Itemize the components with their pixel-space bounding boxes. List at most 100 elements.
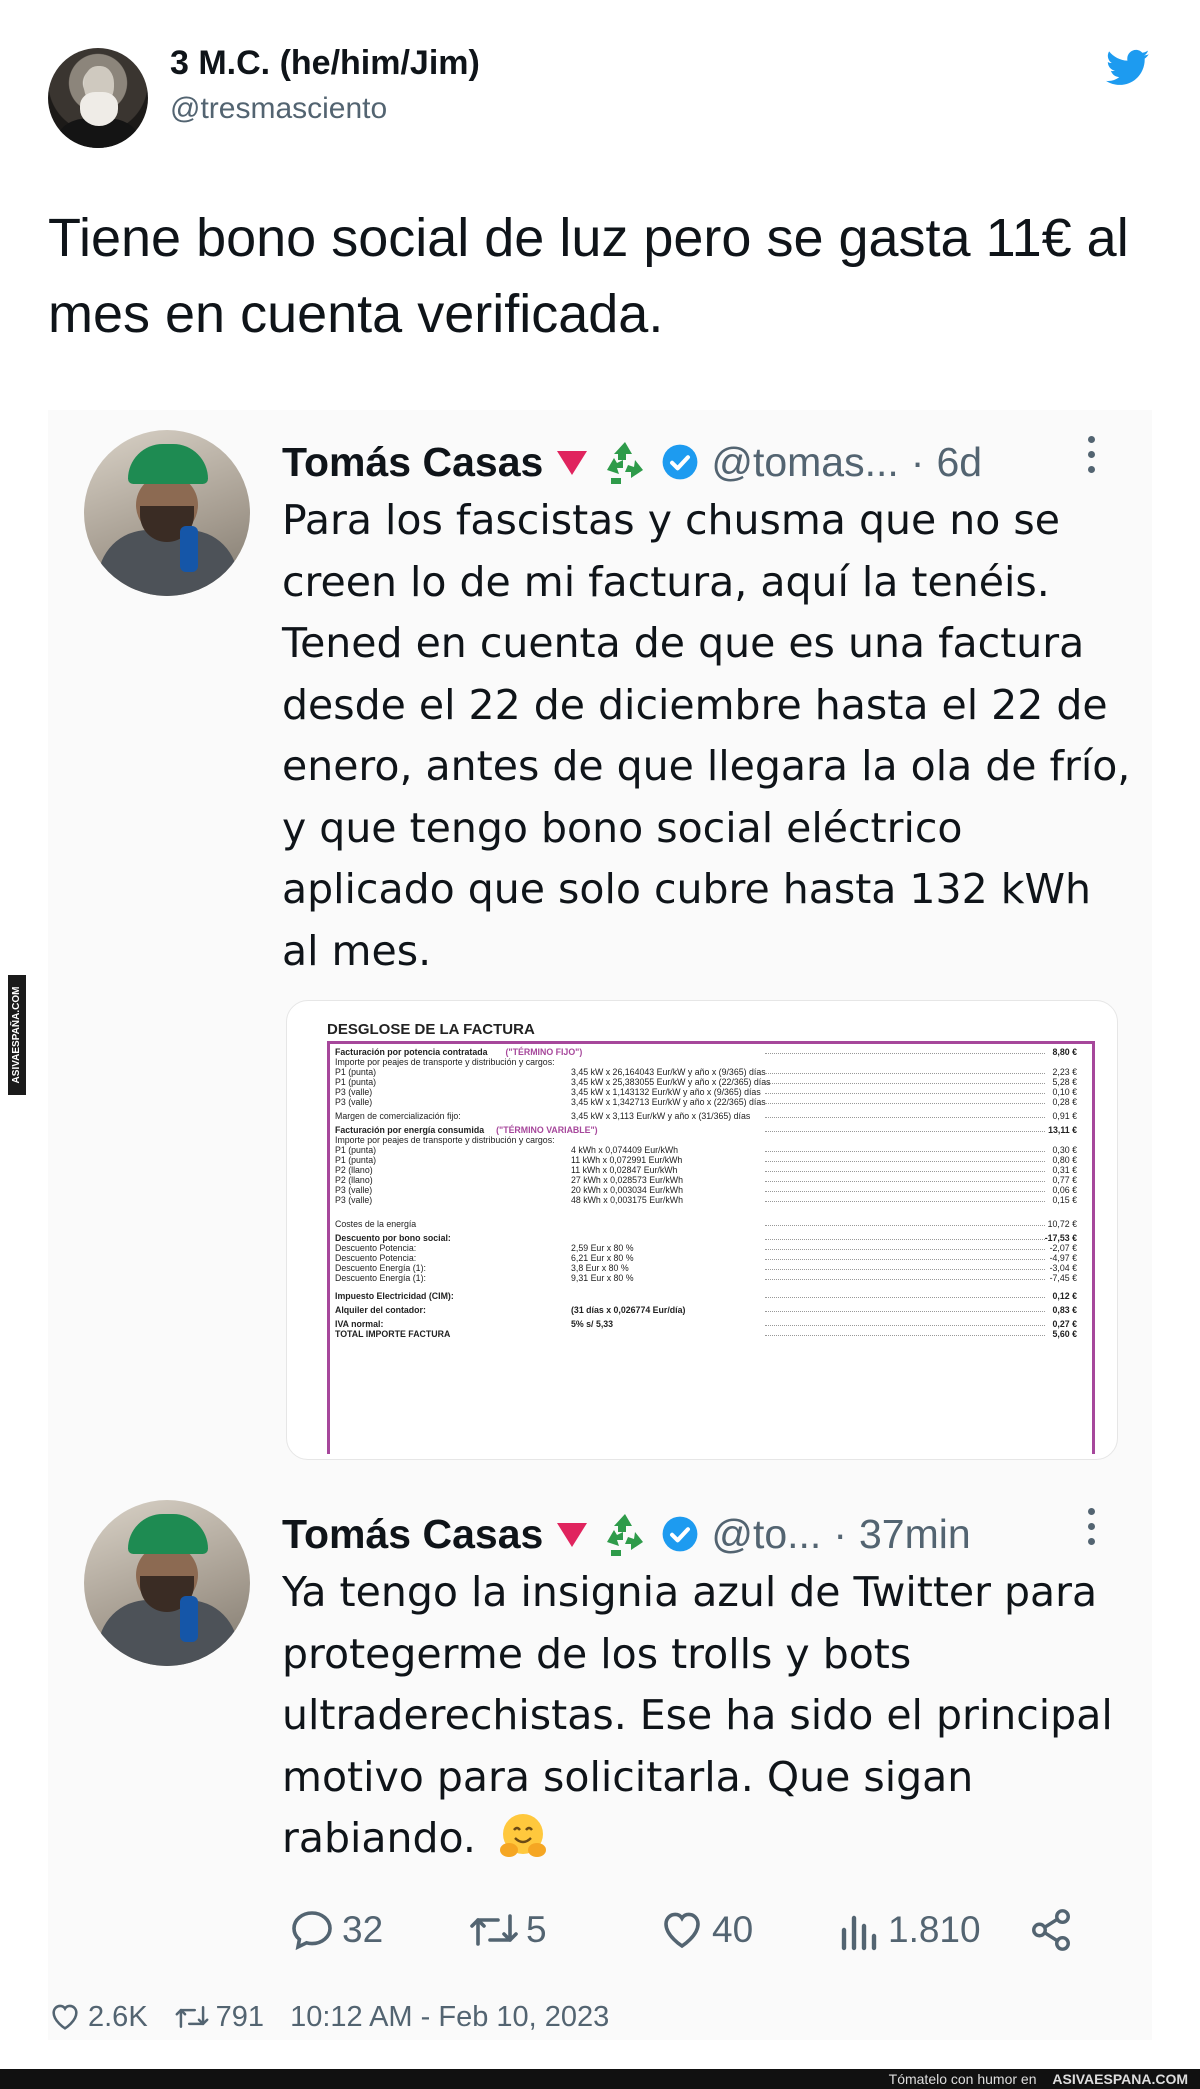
reply2-name[interactable]: Tomás Casas xyxy=(282,1511,543,1558)
invoice-row: P3 (valle) 48 kWh x 0,003175 Eur/kWh 0,15 … xyxy=(335,1195,1085,1205)
recycle-icon xyxy=(607,442,644,484)
invoice-row-label: Descuento Energía (1): xyxy=(335,1263,426,1273)
twitter-bird-icon[interactable] xyxy=(1106,48,1150,88)
invoice-leader-dots xyxy=(765,1103,1045,1104)
invoice-row: P1 (punta) 3,45 kW x 25,383055 Eur/kW y a… xyxy=(335,1077,1085,1087)
share-button[interactable] xyxy=(1028,1900,1074,1960)
invoice-row-detail: 3,45 kW x 26,164043 Eur/kW y año x (9/36… xyxy=(571,1067,766,1077)
share-icon xyxy=(1032,1909,1070,1951)
invoice-leader-dots xyxy=(765,1201,1045,1202)
invoice-row-label: Facturación por energía consumida xyxy=(335,1125,485,1135)
reply2-text: Ya tengo la insignia azul de Twitter par… xyxy=(282,1568,1113,1862)
invoice-leader-dots xyxy=(765,1259,1045,1260)
invoice-leader-dots xyxy=(765,1151,1045,1152)
recycle-icon xyxy=(607,1514,644,1556)
side-watermark-text: ASIVAESPAÑA.COM xyxy=(11,986,22,1084)
invoice-row-amount: -3,04 € xyxy=(1049,1263,1077,1273)
invoice-row: Alquiler del contador: (31 días x 0,02677… xyxy=(335,1305,1085,1315)
reply2-action-bar: 32 5 40 1.810 xyxy=(48,1900,1152,1960)
reply2-time[interactable]: 37min xyxy=(859,1511,971,1558)
bottom-watermark-prefix: Tómatelo con humor en xyxy=(888,2071,1037,2087)
bottom-watermark-site[interactable]: ASIVAESPANA.COM xyxy=(1052,2071,1188,2087)
reply2-separator: · xyxy=(833,1510,847,1557)
bottom-watermark-bar: Tómatelo con humor en ASIVAESPANA.COM xyxy=(0,2069,1200,2089)
retweet-button[interactable]: 5 xyxy=(468,1900,547,1960)
reply1-separator: · xyxy=(910,438,925,485)
invoice-leader-dots xyxy=(765,1161,1045,1162)
footer-retweet[interactable]: 791 xyxy=(174,2000,264,2034)
invoice-leader-dots xyxy=(765,1171,1045,1172)
hugging-face-emoji-icon xyxy=(499,1814,546,1857)
invoice-row-label: Descuento Potencia: xyxy=(335,1243,417,1253)
author-handle[interactable]: @tresmasciento xyxy=(170,92,387,126)
reply2-handle[interactable]: @to... xyxy=(711,1511,821,1558)
invoice-spacer xyxy=(335,1205,1085,1219)
invoice-row: P1 (punta) 3,45 kW x 26,164043 Eur/kW y a… xyxy=(335,1067,1085,1077)
invoice-row-label: Descuento por bono social: xyxy=(335,1233,451,1243)
reply2-author-avatar[interactable] xyxy=(84,1500,250,1666)
reply1-header: Tomás Casas @tomas... · 6d xyxy=(282,432,982,492)
invoice-row-amount: 0,77 € xyxy=(1052,1175,1077,1185)
invoice-row: P2 (llano) 11 kWh x 0,02847 Eur/kWh 0,31 € xyxy=(335,1165,1085,1175)
footer-like-count: 2.6K xyxy=(88,2000,148,2033)
invoice-row-amount: 13,11 € xyxy=(1048,1125,1077,1135)
invoice-row-label: Facturación por potencia contratada xyxy=(335,1047,488,1057)
invoice-row-label: P3 (valle) xyxy=(335,1185,373,1195)
reply1-time[interactable]: 6d xyxy=(936,439,982,486)
reply1-handle[interactable]: @tomas... xyxy=(711,439,898,486)
invoice-row-amount: 0,15 € xyxy=(1052,1195,1077,1205)
invoice-row: P2 (llano) 27 kWh x 0,028573 Eur/kWh 0,77 … xyxy=(335,1175,1085,1185)
invoice-row: Descuento Potencia: 2,59 Eur x 80 % -2,07 … xyxy=(335,1243,1085,1253)
invoice-image[interactable]: DESGLOSE DE LA FACTURA Facturación por p… xyxy=(286,1000,1118,1460)
invoice-row: P1 (punta) 4 kWh x 0,074409 Eur/kWh 0,30 € xyxy=(335,1145,1085,1155)
invoice-leader-dots xyxy=(765,1083,1045,1084)
invoice-leader-dots xyxy=(765,1093,1045,1094)
invoice-row-detail: 3,45 kW x 25,383055 Eur/kW y año x (22/3… xyxy=(571,1077,771,1087)
invoice-row-amount: 0,80 € xyxy=(1052,1155,1077,1165)
footer-like[interactable]: 2.6K xyxy=(48,2000,148,2034)
invoice-row-detail: 11 kWh x 0,072991 Eur/kWh xyxy=(571,1155,683,1165)
invoice-row: Impuesto Electricidad (CIM): 0,12 € xyxy=(335,1291,1085,1301)
reply1-name[interactable]: Tomás Casas xyxy=(282,439,543,486)
invoice-row-amount: -2,07 € xyxy=(1049,1243,1077,1253)
invoice-row-tag: ("TÉRMINO VARIABLE") xyxy=(496,1125,598,1135)
invoice-row-amount: 5,28 € xyxy=(1052,1077,1077,1087)
invoice-row: Descuento Potencia: 6,21 Eur x 80 % -4,97 … xyxy=(335,1253,1085,1263)
footer-timestamp[interactable]: 10:12 AM - Feb 10, 2023 xyxy=(290,2001,609,2034)
invoice-row-label: P3 (valle) xyxy=(335,1195,373,1205)
invoice-leader-dots xyxy=(765,1191,1045,1192)
invoice-row-detail: 9,31 Eur x 80 % xyxy=(571,1273,634,1283)
author-avatar[interactable] xyxy=(48,48,148,148)
invoice-row-detail: 3,45 kW x 1,143132 Eur/kW y año x (9/365… xyxy=(571,1087,761,1097)
invoice-row: Facturación por potencia contratada ("TÉR… xyxy=(335,1047,1085,1057)
invoice-leader-dots xyxy=(765,1325,1045,1326)
invoice-leader-dots xyxy=(765,1131,1045,1132)
invoice-leader-dots xyxy=(765,1279,1045,1280)
like-button[interactable]: 40 xyxy=(658,1900,753,1960)
invoice-row-detail: 27 kWh x 0,028573 Eur/kWh xyxy=(571,1175,683,1185)
retweet-icon xyxy=(470,1914,518,1946)
reply-button[interactable]: 32 xyxy=(288,1900,383,1960)
invoice-row: Costes de la energía 10,72 € xyxy=(335,1219,1085,1229)
invoice-row-amount: 0,12 € xyxy=(1052,1291,1077,1301)
more-options-icon[interactable] xyxy=(1088,436,1096,476)
more-options-icon[interactable] xyxy=(1088,1508,1096,1548)
invoice-row-amount: 0,30 € xyxy=(1052,1145,1077,1155)
invoice-row-amount: -7,45 € xyxy=(1049,1273,1077,1283)
invoice-row: Margen de comercialización fijo: 3,45 kW … xyxy=(335,1111,1085,1121)
reply-author-avatar[interactable] xyxy=(84,430,250,596)
invoice-row-label: P1 (punta) xyxy=(335,1145,377,1155)
invoice-row: Importe por peajes de transporte y distr… xyxy=(335,1057,1085,1067)
views-button[interactable]: 1.810 xyxy=(838,1900,981,1960)
author-display-name[interactable]: 3 M.C. (he/him/Jim) xyxy=(170,44,480,83)
invoice-row-label: Impuesto Electricidad (CIM): xyxy=(335,1291,454,1301)
invoice-row-detail: 2,59 Eur x 80 % xyxy=(571,1243,634,1253)
invoice-row-detail: 11 kWh x 0,02847 Eur/kWh xyxy=(571,1165,678,1175)
invoice-row-detail: 48 kWh x 0,003175 Eur/kWh xyxy=(571,1195,683,1205)
view-count: 1.810 xyxy=(888,1909,981,1950)
invoice-rows: Facturación por potencia contratada ("TÉR… xyxy=(335,1047,1085,1339)
invoice-row-detail: 5% s/ 5,33 xyxy=(571,1319,614,1329)
invoice-row-amount: 8,80 € xyxy=(1052,1047,1077,1057)
red-triangle-icon xyxy=(557,1523,588,1547)
invoice-row-label: Importe por peajes de transporte y distr… xyxy=(335,1057,555,1067)
